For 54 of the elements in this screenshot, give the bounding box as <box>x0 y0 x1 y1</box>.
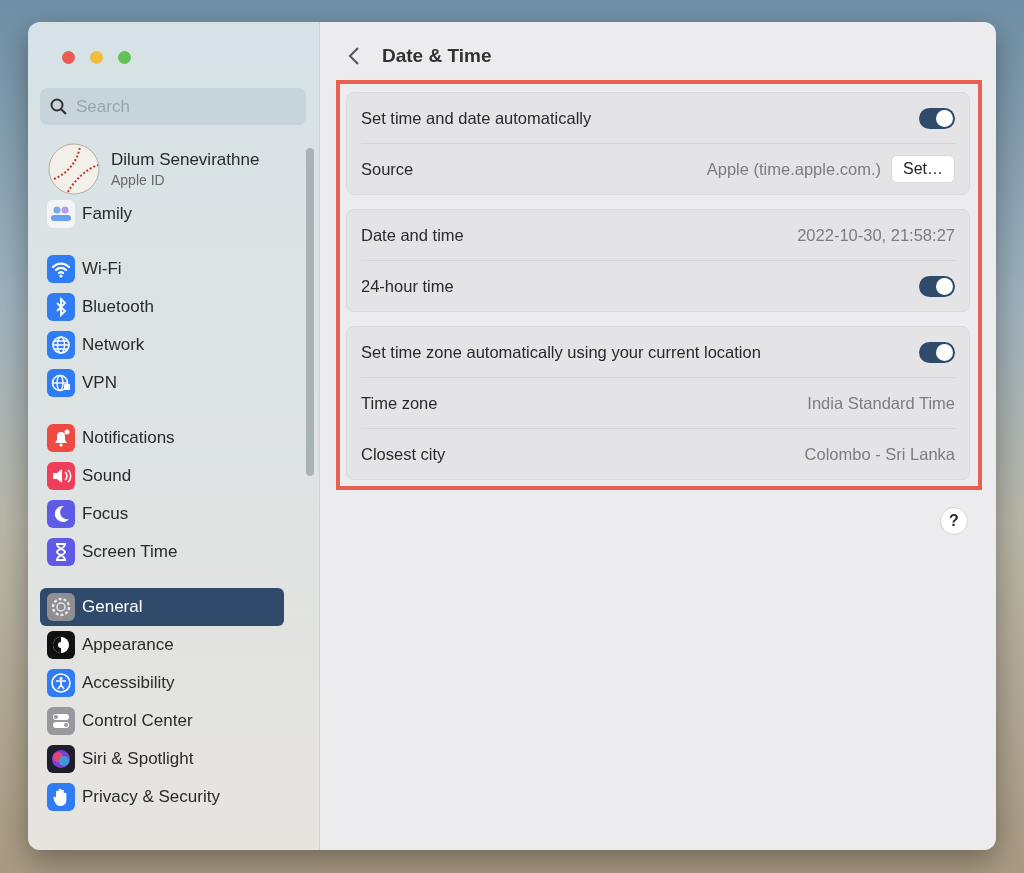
sidebar-item[interactable]: General <box>40 588 284 626</box>
sidebar-item[interactable]: Wi-Fi <box>40 250 284 288</box>
page-title: Date & Time <box>382 45 492 67</box>
back-chevron-icon[interactable] <box>348 46 360 66</box>
search-icon <box>50 98 67 115</box>
sidebar-item[interactable]: Screen Time <box>40 533 284 571</box>
help-button[interactable]: ? <box>940 507 968 535</box>
close-button[interactable] <box>62 51 75 64</box>
sidebar-item[interactable]: Sound <box>40 457 284 495</box>
globe-icon <box>47 369 75 397</box>
setting-label: Set time and date automatically <box>361 108 592 128</box>
orb-icon <box>47 745 75 773</box>
setting-label: Closest city <box>361 444 446 464</box>
set-button[interactable]: Set… <box>891 155 955 183</box>
sidebar-item[interactable]: VPN <box>40 364 284 402</box>
sidebar-item[interactable]: Privacy & Security <box>40 778 284 816</box>
setting-value: Apple (time.apple.com.) <box>706 159 881 179</box>
setting-label: Set time zone automatically using your current location <box>361 342 761 362</box>
sidebar-item[interactable]: Notifications <box>40 419 284 457</box>
gear-icon <box>47 593 75 621</box>
setting-label: Source <box>361 159 414 179</box>
sidebar-item[interactable]: Control Center <box>40 702 284 740</box>
toggle-switch[interactable] <box>919 275 955 297</box>
sidebar-item[interactable]: Bluetooth <box>40 288 284 326</box>
person-icon <box>47 669 75 697</box>
sidebar-item[interactable]: Focus <box>40 495 284 533</box>
sidebar-item[interactable]: Family <box>40 195 284 233</box>
setting-value: 2022-10-30, 21:58:27 <box>797 225 955 245</box>
speaker-icon <box>47 462 75 490</box>
setting-value: India Standard Time <box>807 393 955 413</box>
bell-icon <box>47 424 75 452</box>
setting-label: Time zone <box>361 393 438 413</box>
setting-label: Date and time <box>361 225 464 245</box>
wifi-icon <box>47 255 75 283</box>
scrollbar[interactable] <box>306 148 314 476</box>
hand-icon <box>47 783 75 811</box>
globe-icon <box>47 331 75 359</box>
toggle-switch[interactable] <box>919 107 955 129</box>
profile-subtitle: Apple ID <box>111 172 166 188</box>
bluetooth-icon <box>47 293 75 321</box>
hourglass-icon <box>47 538 75 566</box>
toggle-switch[interactable] <box>919 341 955 363</box>
sidebar-item[interactable]: Accessibility <box>40 664 284 702</box>
circle-half-icon <box>47 631 75 659</box>
people-icon <box>47 200 75 228</box>
switches-icon <box>47 707 75 735</box>
moon-icon <box>47 500 75 528</box>
profile-name[interactable]: Dilum Senevirathne <box>111 150 260 170</box>
sidebar-item[interactable]: Network <box>40 326 284 364</box>
sidebar-item[interactable]: Siri & Spotlight <box>40 740 284 778</box>
setting-label: 24-hour time <box>361 276 454 296</box>
setting-value: Colombo - Sri Lanka <box>804 444 955 464</box>
baseball-icon <box>48 143 100 195</box>
sidebar-item[interactable]: Appearance <box>40 626 284 664</box>
